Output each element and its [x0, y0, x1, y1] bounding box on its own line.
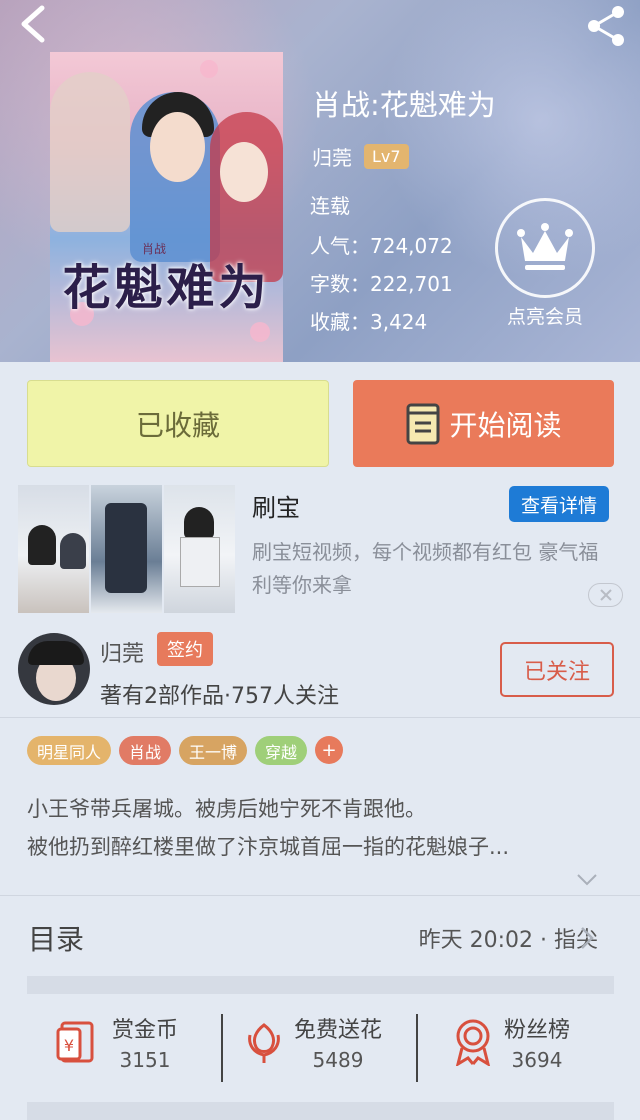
stat-label: 粉丝榜 [504, 1018, 571, 1043]
chevron-left-icon [21, 5, 45, 43]
close-icon [599, 589, 612, 601]
red-envelope-icon: ¥ [56, 1021, 94, 1063]
favorites-label: 收藏 [310, 310, 350, 334]
cover-title: 花魁难为 [62, 260, 271, 316]
ad-figure [28, 525, 56, 565]
tag[interactable]: 肖战 [119, 736, 172, 765]
tag[interactable]: 明星同人 [27, 736, 112, 765]
stat-label: 免费送花 [294, 1018, 383, 1043]
stat-label: 赏金币 [112, 1018, 179, 1043]
share-icon [588, 6, 624, 46]
vip-button[interactable]: 点亮会员 [494, 198, 596, 329]
divider [0, 895, 640, 896]
blossom-decoration [200, 60, 218, 78]
follow-button[interactable]: 已关注 [500, 642, 614, 697]
section-spacer [27, 1102, 614, 1120]
divider [0, 717, 640, 718]
add-tag-button[interactable]: + [315, 736, 344, 764]
words-label: 字数 [310, 272, 350, 296]
expand-synopsis-button[interactable] [576, 872, 598, 891]
svg-text:¥: ¥ [64, 1036, 74, 1055]
start-reading-button[interactable]: 开始阅读 [353, 380, 614, 467]
book-author-name[interactable]: 归莞 [312, 142, 352, 171]
toc-latest-update[interactable]: 昨天 20:02 · 指尖 [419, 922, 598, 954]
tag[interactable]: 王一博 [179, 736, 248, 765]
favorited-button[interactable]: 已收藏 [27, 380, 329, 467]
toc-chevron[interactable] [580, 926, 594, 954]
vip-circle [495, 198, 595, 298]
reward-coins-button[interactable]: ¥ 赏金币 3151 [56, 1012, 178, 1072]
words-value: 222,701 [370, 272, 453, 296]
stat-text: 粉丝榜 3694 [504, 1012, 570, 1072]
stat-separator [221, 1014, 223, 1082]
chevron-right-icon [581, 927, 594, 949]
book-favorites: 收藏：3,424 [310, 310, 428, 334]
favorites-value: 3,424 [370, 310, 428, 334]
favorited-label: 已收藏 [135, 408, 220, 442]
book-popularity: 人气：724,072 [310, 234, 453, 258]
ad-phone [105, 503, 147, 593]
medal-icon [455, 1019, 491, 1066]
ad-detail-button[interactable]: 查看详情 [509, 486, 609, 522]
section-spacer [27, 976, 614, 994]
author-name[interactable]: 归莞 [100, 636, 144, 668]
popularity-value: 724,072 [370, 234, 453, 258]
book-word-count: 字数：222,701 [310, 272, 453, 296]
stat-value: 3151 [119, 1048, 171, 1072]
ad-thumbnail-frame [164, 485, 235, 613]
tag-list: 明星同人 肖战 王一博 穿越 + [27, 736, 344, 765]
synopsis[interactable]: 小王爷带兵屠城。被虏后她宁死不肯跟他。 被他扔到醉红楼里做了汴京城首屈一指的花魁… [27, 790, 617, 866]
book-author-line: 归莞 Lv7 [312, 142, 409, 171]
avatar-hair [28, 641, 84, 665]
popularity-label: 人气 [310, 234, 350, 258]
stat-text: 免费送花 5489 [294, 1012, 382, 1072]
blossom-decoration [250, 322, 270, 342]
author-level-badge: Lv7 [364, 144, 409, 169]
ad-figure [60, 533, 86, 569]
synopsis-line: 小王爷带兵屠城。被虏后她宁死不肯跟他。 [27, 797, 426, 821]
author-avatar[interactable] [18, 633, 90, 705]
book-title: 肖战:花魁难为 [312, 88, 496, 122]
send-flower-button[interactable]: 免费送花 5489 [244, 1012, 382, 1072]
chevron-down-icon [577, 874, 597, 886]
ad-thumbnail-frame [91, 485, 162, 613]
back-button[interactable] [12, 2, 56, 46]
author-works: 著有2部作品·757人关注 [100, 684, 339, 709]
ad-figure [184, 507, 214, 539]
share-button[interactable] [582, 4, 630, 48]
book-icon [406, 403, 440, 444]
toc-title[interactable]: 目录 [28, 918, 84, 958]
tag[interactable]: 穿越 [255, 736, 308, 765]
ad-thumbnail[interactable] [18, 485, 235, 613]
stat-text: 赏金币 3151 [112, 1012, 178, 1072]
ad-title: 刷宝 [252, 494, 300, 522]
book-cover[interactable]: 肖战 花魁难为 [50, 52, 283, 362]
crown-icon [517, 223, 573, 270]
fan-ranking-button[interactable]: 粉丝榜 3694 [452, 1012, 570, 1072]
cover-figure [50, 72, 130, 232]
ad-figure [180, 537, 220, 587]
stat-value: 5489 [312, 1048, 364, 1072]
book-status: 连载 [310, 194, 350, 218]
stat-separator [416, 1014, 418, 1082]
cover-figure-face [220, 142, 268, 202]
start-reading-label: 开始阅读 [449, 408, 562, 442]
vip-label: 点亮会员 [506, 306, 583, 328]
signed-badge: 签约 [157, 632, 213, 666]
stat-value: 3694 [511, 1048, 563, 1072]
flower-icon [248, 1023, 280, 1063]
cover-figure-face [150, 112, 205, 182]
ad-thumbnail-frame [18, 485, 89, 613]
ad-close-button[interactable] [588, 583, 623, 607]
synopsis-line: 被他扔到醉红楼里做了汴京城首屈一指的花魁娘子... [27, 835, 510, 859]
ad-description: 刷宝短视频，每个视频都有红包 豪气福利等你来拿 [252, 540, 599, 597]
